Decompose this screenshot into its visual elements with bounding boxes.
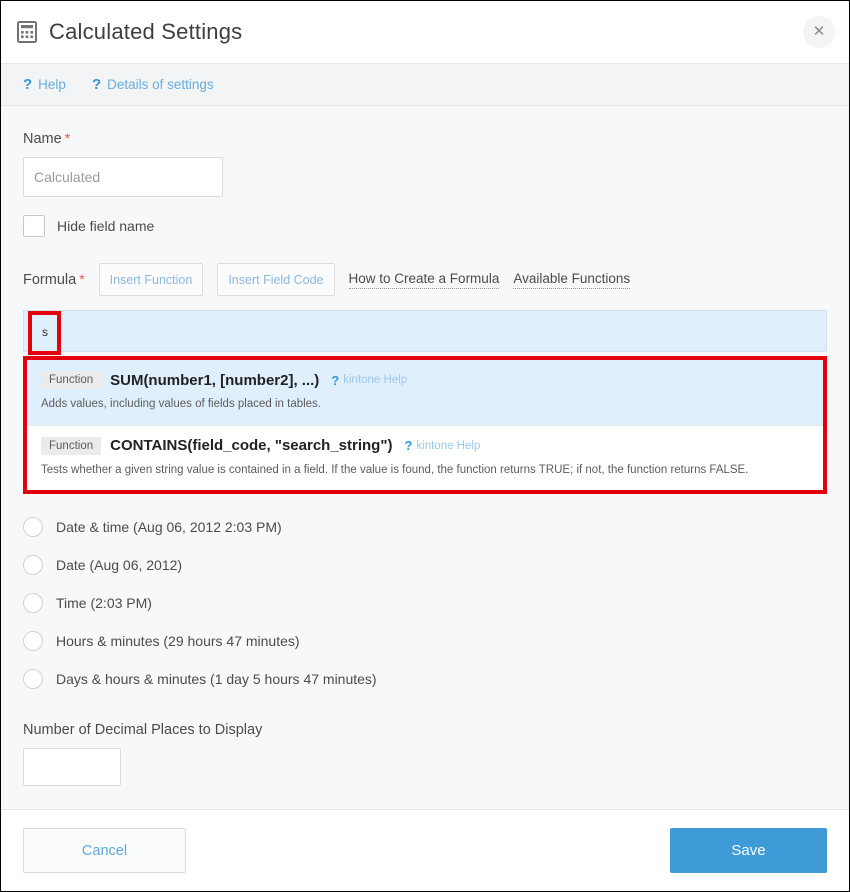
kintone-help-label: kintone Help (416, 439, 481, 452)
cancel-button[interactable]: Cancel (23, 828, 186, 873)
radio-label: Days & hours & minutes (1 day 5 hours 47… (56, 671, 377, 688)
formula-editor[interactable]: s (23, 310, 827, 355)
radio-option-date[interactable]: Date (Aug 06, 2012) (23, 546, 827, 584)
required-marker: * (64, 130, 71, 146)
radio-button[interactable] (23, 669, 43, 690)
formula-toolbar: Formula * Insert Function Insert Field Co… (23, 263, 827, 296)
function-autocomplete-list: Function SUM(number1, [number2], ...) ? … (23, 356, 827, 495)
formula-editor-value: s (42, 325, 48, 339)
autocomplete-item-head: Function SUM(number1, [number2], ...) ? … (41, 371, 809, 389)
radio-option-date-time[interactable]: Date & time (Aug 06, 2012 2:03 PM) (23, 508, 827, 546)
help-bar: ? Help ? Details of settings (1, 64, 849, 106)
autocomplete-item-head: Function CONTAINS(field_code, "search_st… (41, 436, 809, 455)
display-format-radio-group: Date & time (Aug 06, 2012 2:03 PM) Date … (23, 508, 827, 698)
radio-label: Date & time (Aug 06, 2012 2:03 PM) (56, 519, 282, 536)
radio-label: Date (Aug 06, 2012) (56, 557, 183, 574)
question-mark-icon: ? (23, 76, 33, 93)
help-link[interactable]: ? Help (23, 76, 66, 93)
kintone-help-label: kintone Help (343, 374, 408, 386)
radio-button[interactable] (23, 593, 43, 614)
dialog-titlebar: Calculated Settings ✕ (1, 1, 849, 64)
save-button[interactable]: Save (670, 828, 827, 873)
name-label: Name * (23, 130, 827, 147)
formula-label: Formula * (23, 271, 85, 288)
radio-option-hours-minutes[interactable]: Hours & minutes (29 hours 47 minutes) (23, 622, 827, 660)
radio-button[interactable] (23, 555, 43, 576)
function-signature: CONTAINS(field_code, "search_string") (110, 437, 393, 455)
hide-field-name-checkbox[interactable] (23, 215, 45, 237)
radio-option-days-hours-minutes[interactable]: Days & hours & minutes (1 day 5 hours 47… (23, 660, 827, 698)
list-item[interactable]: Function CONTAINS(field_code, "search_st… (27, 426, 823, 491)
how-to-create-a-formula-link[interactable]: How to Create a Formula (348, 271, 500, 289)
dialog-body: Name* Hide field name Formula* Insert Fu… (1, 106, 849, 810)
details-of-settings-link[interactable]: ? Details of settings (92, 76, 214, 93)
radio-option-time[interactable]: Time (2:03 PM) (23, 584, 827, 622)
insert-field-code-button[interactable]: Insert Field Code (217, 263, 335, 296)
dialog-footer: Cancel Save (1, 809, 849, 891)
question-mark-icon: ? (91, 76, 102, 93)
radio-button[interactable] (23, 631, 43, 652)
hide-field-name-row[interactable]: Hide field name (23, 215, 827, 237)
list-item[interactable]: Function SUM(number1, [number2], ...) ? … (27, 360, 823, 426)
decimal-places-input[interactable] (23, 748, 121, 787)
question-mark-icon: ? (331, 372, 340, 388)
decimal-places-label: Number of Decimal Places to Display (23, 722, 263, 739)
radio-label: Hours & minutes (29 hours 47 minutes) (56, 633, 300, 650)
function-signature: SUM(number1, [number2], ...) (110, 371, 320, 389)
name-input[interactable] (23, 157, 223, 197)
radio-label: Time (2:03 PM) (56, 595, 152, 612)
question-mark-icon: ? (404, 438, 413, 454)
kintone-help-link[interactable]: ? kintone Help (404, 438, 480, 453)
page-title: Calculated Settings (49, 19, 243, 44)
available-functions-link[interactable]: Available Functions (513, 271, 631, 289)
name-label-text: Name (23, 131, 62, 147)
insert-function-button[interactable]: Insert Function (98, 263, 204, 296)
hide-field-name-label: Hide field name (57, 218, 155, 234)
help-link-label: Help (38, 77, 66, 92)
formula-label-text: Formula (23, 272, 77, 288)
radio-button[interactable] (23, 517, 43, 538)
function-description: Adds values, including values of fields … (41, 398, 322, 410)
function-tag: Function (41, 436, 102, 455)
close-icon[interactable]: ✕ (803, 16, 835, 48)
function-tag: Function (41, 371, 102, 389)
function-description: Tests whether a given string value is co… (41, 463, 749, 476)
required-marker: * (79, 271, 85, 287)
calculator-icon (17, 21, 37, 43)
kintone-help-link[interactable]: ? kintone Help (331, 373, 407, 388)
calculated-settings-dialog: Calculated Settings ✕ ? Help ? Details o… (0, 0, 850, 892)
details-of-settings-label: Details of settings (107, 77, 214, 92)
